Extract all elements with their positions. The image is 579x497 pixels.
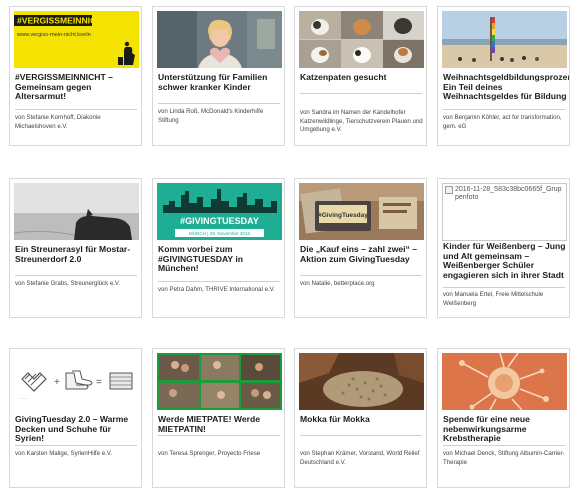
project-image[interactable]: #GivingTuesday: [299, 183, 424, 240]
project-image[interactable]: #GIVINGTUESDAY MÜNCH | 29. November 2016: [157, 183, 282, 240]
banner-headline: #GIVINGTUESDAY: [180, 216, 259, 226]
project-author: von Stefanie Grabs, Streunerglück e.V.: [15, 280, 121, 287]
project-image[interactable]: [299, 11, 424, 68]
banner-url: www.vergiss-mein-nicht.koeln: [16, 32, 91, 38]
project-title[interactable]: Spende für eine neue nebenwirkungsarme K…: [443, 414, 567, 444]
project-image[interactable]: [157, 353, 282, 410]
project-card[interactable]: Ein Streunerasyl für Mostar-Streunerdorf…: [9, 178, 142, 318]
project-card[interactable]: Werde MIETPATE! Werde MIETPATIN! von Ter…: [152, 348, 285, 488]
project-card[interactable]: #VERGISSMEINNICHT www.vergiss-mein-nicht…: [9, 6, 142, 146]
divider: [300, 93, 422, 94]
project-image[interactable]: [442, 11, 567, 68]
project-card[interactable]: #GIVINGTUESDAY MÜNCH | 29. November 2016…: [152, 178, 285, 318]
divider: [158, 435, 280, 436]
project-title[interactable]: Ein Streunerasyl für Mostar-Streunerdorf…: [15, 244, 139, 264]
project-image[interactable]: [299, 353, 424, 410]
project-author: von Karsten Malige, SyrienHilfe e.V.: [15, 450, 112, 457]
divider: [300, 275, 422, 276]
project-card[interactable]: #GivingTuesday Die „Kauf eins – zahl zwe…: [294, 178, 427, 318]
project-title[interactable]: Katzenpaten gesucht: [300, 72, 424, 83]
project-image[interactable]: — — + =: [14, 353, 139, 410]
project-card[interactable]: Katzenpaten gesucht von Sandra im Namen …: [294, 6, 427, 146]
project-card[interactable]: Weihnachtsgeldbildungsprozent: Ein Teil …: [437, 6, 570, 146]
divider: [158, 103, 280, 104]
project-author: von Stephan Krämer, Vorstand, World Reli…: [300, 450, 420, 466]
svg-text:+: +: [54, 377, 60, 388]
project-title[interactable]: Weihnachtsgeldbildungsprozent: Ein Teil …: [443, 72, 569, 102]
project-card[interactable]: — — + = GivingTuesday 2.0 – Warme Decken…: [9, 348, 142, 488]
project-title[interactable]: #VERGISSMEINNICHT – Gemeinsam gegen Alte…: [15, 72, 139, 102]
project-author: von Manuela Ertel, Freie Mittelschule We…: [443, 291, 544, 307]
broken-image-placeholder[interactable]: 2016-11-28_583c38bc0665f_Gruppenfoto: [442, 183, 567, 241]
project-author: von Benjamin Köhler, act for transformat…: [443, 114, 562, 130]
broken-image-icon: [445, 186, 453, 194]
project-author: von Linda Roß, McDonald's Kinderhilfe St…: [158, 108, 264, 124]
project-author: von Teresa Sprenger, Proyecto Friese: [158, 450, 261, 457]
project-title[interactable]: Mokka für Mokka: [300, 414, 424, 425]
divider: [443, 109, 565, 110]
image-alt-text: 2016-11-28_583c38bc0665f_Gruppenfoto: [455, 186, 562, 201]
divider: [15, 445, 137, 446]
project-title[interactable]: GivingTuesday 2.0 – Warme Decken und Sch…: [15, 414, 139, 444]
divider: [15, 275, 137, 276]
divider: [158, 281, 280, 282]
divider: [15, 109, 137, 110]
project-image[interactable]: [442, 353, 567, 410]
project-title[interactable]: Unterstützung für Familien schwer kranke…: [158, 72, 282, 92]
project-image[interactable]: [157, 11, 282, 68]
banner-headline: #VERGISSMEINNICHT: [17, 16, 108, 26]
project-author: von Stefanie Kornhoff, Diakonie Michaels…: [15, 114, 101, 130]
project-image[interactable]: [14, 183, 139, 240]
project-card[interactable]: Spende für eine neue nebenwirkungsarme K…: [437, 348, 570, 488]
svg-text:=: =: [96, 377, 102, 388]
project-title[interactable]: Die „Kauf eins – zahl zwei“ – Aktion zum…: [300, 244, 424, 264]
divider: [443, 445, 565, 446]
project-author: von Sandra im Namen der Kandelhofer Katz…: [300, 109, 423, 134]
svg-text:— —: — —: [20, 396, 27, 400]
banner-subtitle: MÜNCH | 29. November 2016: [189, 230, 251, 236]
project-title[interactable]: Werde MIETPATE! Werde MIETPATIN!: [158, 414, 282, 434]
project-title[interactable]: Kinder für Weißenberg – Jung und Alt gem…: [443, 241, 567, 280]
project-card[interactable]: Unterstützung für Familien schwer kranke…: [152, 6, 285, 146]
project-title[interactable]: Komm vorbei zum #GIVINGTUESDAY in Münche…: [158, 244, 282, 274]
project-author: von Natalie, betterplace.org: [300, 280, 375, 287]
project-image[interactable]: #VERGISSMEINNICHT www.vergiss-mein-nicht…: [14, 11, 139, 68]
banner-headline: #GivingTuesday: [318, 212, 368, 219]
project-card[interactable]: Mokka für Mokka von Stephan Krämer, Vors…: [294, 348, 427, 488]
divider: [300, 435, 422, 436]
project-author: von Petra Dahm, THRIVE International e.V…: [158, 286, 275, 293]
project-card[interactable]: 2016-11-28_583c38bc0665f_Gruppenfoto Kin…: [437, 178, 570, 318]
project-author: von Michael Denck, Stiftung Albumin-Carr…: [443, 450, 565, 466]
divider: [443, 287, 565, 288]
